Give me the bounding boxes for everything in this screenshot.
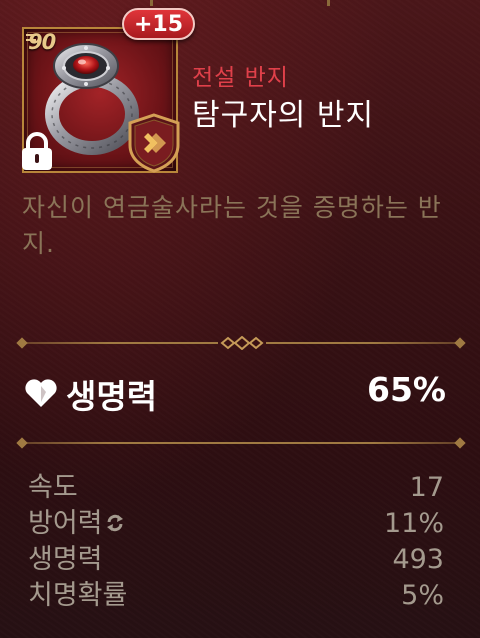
sub-stat-row: 방어력 11%	[28, 506, 444, 542]
sub-stat-label-wrap: 방어력	[28, 506, 125, 542]
heart-icon	[25, 379, 57, 407]
sub-stat-label: 방어력	[28, 508, 103, 539]
main-stat-label: 생명력	[66, 377, 158, 416]
sub-stat-row: 생명력 493	[28, 542, 444, 578]
item-grade: 전설 반지	[192, 65, 289, 91]
item-level-badge: 90	[25, 30, 56, 54]
cycle-icon[interactable]	[105, 513, 125, 533]
section-divider-bottom	[16, 436, 466, 450]
sub-stat-label: 속도	[28, 472, 78, 503]
sub-stat-value: 17	[409, 472, 444, 503]
item-tooltip-panel: 90 +15 전설 반지 탐구자의 반지 자신이 연금술사라는 것을 증명하는 …	[0, 0, 480, 638]
enhance-level-badge: +15	[122, 8, 196, 40]
sub-stat-label: 생명력	[28, 544, 103, 575]
top-ornament	[120, 0, 360, 6]
sub-stats-list: 속도 17 방어력 11% 생명력 493 치명확률 5%	[28, 470, 444, 614]
sub-stat-row: 치명확률 5%	[28, 578, 444, 614]
section-divider-top	[16, 336, 466, 350]
item-name: 탐구자의 반지	[192, 98, 375, 133]
sub-stat-value: 5%	[401, 580, 444, 611]
set-effect-shield-icon[interactable]	[126, 113, 182, 173]
lock-icon[interactable]	[18, 132, 56, 172]
sub-stat-label: 치명확률	[28, 580, 128, 611]
item-description: 자신이 연금술사라는 것을 증명하는 반지.	[22, 193, 442, 258]
main-stat-value: 65%	[367, 370, 446, 409]
sub-stat-value: 11%	[383, 508, 444, 539]
sub-stat-value: 493	[392, 544, 444, 575]
sub-stat-row: 속도 17	[28, 470, 444, 506]
